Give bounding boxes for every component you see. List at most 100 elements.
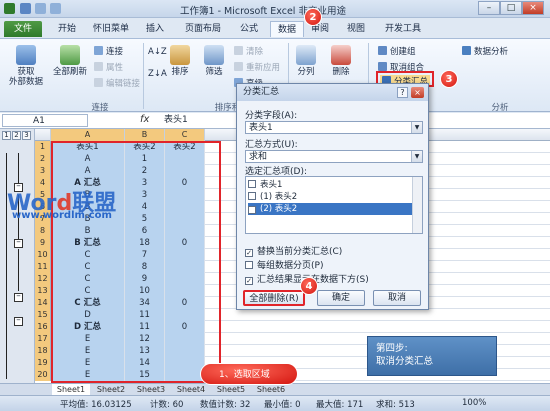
items-list[interactable]: 表头1 (1) 表头2 ✓ (2) 表头2 — [245, 176, 423, 234]
cell-b[interactable]: 1 — [125, 153, 165, 165]
row-header[interactable]: 20 — [35, 369, 51, 381]
name-box[interactable]: A1 — [2, 114, 88, 127]
row-header[interactable]: 15 — [35, 309, 51, 321]
checkbox[interactable] — [248, 192, 256, 200]
cell-c[interactable] — [165, 309, 205, 321]
edit-links-button[interactable]: 编辑链接 — [94, 77, 140, 89]
tab-classic-menu[interactable]: 怀旧菜单 — [88, 21, 134, 37]
cell-b[interactable]: 11 — [125, 321, 165, 333]
row-header[interactable]: 10 — [35, 249, 51, 261]
cell-a[interactable]: C 汇总 — [51, 297, 125, 309]
cell-b[interactable]: 9 — [125, 273, 165, 285]
clear-button[interactable]: 清除 — [234, 45, 263, 57]
cell-c[interactable]: 表头2 — [165, 141, 205, 153]
row-header[interactable]: 12 — [35, 273, 51, 285]
cell-b[interactable]: 12 — [125, 333, 165, 345]
data-analysis-button[interactable]: 数据分析 — [462, 45, 508, 57]
collapse-group-b[interactable]: – — [14, 238, 23, 248]
cell-c[interactable] — [165, 189, 205, 201]
outline-level-3[interactable]: 3 — [22, 131, 31, 140]
list-item[interactable]: ✓ (2) 表头2 — [248, 203, 412, 215]
cell-c[interactable] — [165, 261, 205, 273]
cell-a[interactable]: E — [51, 345, 125, 357]
row-header[interactable]: 18 — [35, 345, 51, 357]
cell-a[interactable]: E — [51, 357, 125, 369]
fx-icon[interactable]: fx — [140, 114, 149, 125]
list-item[interactable]: 表头1 — [248, 179, 412, 191]
maximize-button[interactable]: □ — [500, 1, 522, 15]
cell-a[interactable]: B — [51, 225, 125, 237]
cell-a[interactable]: B 汇总 — [51, 237, 125, 249]
cell-c[interactable] — [165, 213, 205, 225]
list-item[interactable]: (1) 表头2 — [248, 191, 412, 203]
reapply-button[interactable]: 重新应用 — [234, 61, 280, 73]
properties-button[interactable]: 属性 — [94, 61, 123, 73]
cell-c[interactable] — [165, 357, 205, 369]
method-select[interactable]: 求和 ▼ — [245, 150, 423, 163]
cell-b[interactable]: 18 — [125, 237, 165, 249]
collapse-group-c[interactable]: – — [14, 292, 23, 302]
cell-c[interactable] — [165, 285, 205, 297]
sort-ascending-button[interactable]: A↓Z — [148, 47, 167, 57]
collapse-group-d[interactable]: – — [14, 316, 23, 326]
cell-c[interactable]: 0 — [165, 297, 205, 309]
sheet-tab-4[interactable]: Sheet4 — [172, 384, 210, 395]
cell-c[interactable] — [165, 201, 205, 213]
list-scrollbar[interactable] — [412, 177, 422, 233]
row-header[interactable]: 16 — [35, 321, 51, 333]
row-header[interactable]: 17 — [35, 333, 51, 345]
refresh-all-button[interactable]: 全部刷新 — [50, 45, 90, 77]
page-break-checkbox[interactable]: 每组数据分页(P) — [245, 258, 323, 271]
sheet-tab-2[interactable]: Sheet2 — [92, 384, 130, 395]
column-header-c[interactable]: C — [165, 129, 205, 141]
formula-input[interactable]: 表头1 — [164, 114, 188, 127]
cell-b[interactable]: 3 — [125, 189, 165, 201]
remove-duplicates-button[interactable]: 删除 — [324, 45, 358, 77]
undo-icon[interactable] — [35, 3, 46, 14]
cell-a[interactable]: C — [51, 285, 125, 297]
cell-a[interactable]: D — [51, 309, 125, 321]
tab-file[interactable]: 文件 — [4, 21, 42, 37]
cell-c[interactable] — [165, 165, 205, 177]
checkbox[interactable] — [245, 261, 253, 269]
checkbox[interactable]: ✓ — [245, 249, 253, 257]
row-header[interactable]: 2 — [35, 153, 51, 165]
sheet-tab-3[interactable]: Sheet3 — [132, 384, 170, 395]
create-group-button[interactable]: 创建组 — [378, 45, 416, 57]
cell-b[interactable]: 3 — [125, 177, 165, 189]
tab-developer[interactable]: 开发工具 — [380, 21, 426, 37]
redo-icon[interactable] — [50, 3, 61, 14]
cell-c[interactable] — [165, 153, 205, 165]
cell-a[interactable]: D 汇总 — [51, 321, 125, 333]
cell-a[interactable]: C — [51, 261, 125, 273]
text-to-columns-button[interactable]: 分列 — [292, 45, 320, 77]
cell-b[interactable]: 10 — [125, 285, 165, 297]
save-icon[interactable] — [20, 3, 31, 14]
cell-b[interactable]: 11 — [125, 309, 165, 321]
filter-button[interactable]: 筛选 — [200, 45, 228, 77]
column-header-a[interactable]: A — [51, 129, 125, 141]
cell-b[interactable]: 8 — [125, 261, 165, 273]
cell-c[interactable] — [165, 225, 205, 237]
cancel-button[interactable]: 取消 — [373, 290, 421, 306]
cell-c[interactable] — [165, 345, 205, 357]
tab-data[interactable]: 数据 — [270, 21, 304, 37]
row-header[interactable]: 14 — [35, 297, 51, 309]
cell-c[interactable] — [165, 273, 205, 285]
row-header[interactable]: 19 — [35, 357, 51, 369]
cell-a[interactable]: E — [51, 369, 125, 381]
cell-c[interactable]: 0 — [165, 321, 205, 333]
row-header[interactable]: 1 — [35, 141, 51, 153]
column-header-b[interactable]: B — [125, 129, 165, 141]
replace-current-checkbox[interactable]: ✓ 替换当前分类汇总(C) — [245, 244, 342, 257]
cell-c[interactable]: 0 — [165, 237, 205, 249]
row-header[interactable]: 9 — [35, 237, 51, 249]
dialog-close-button[interactable]: × — [411, 87, 424, 98]
checkbox[interactable] — [248, 180, 256, 188]
cell-b[interactable]: 34 — [125, 297, 165, 309]
field-select[interactable]: 表头1 ▼ — [245, 121, 423, 134]
row-header[interactable]: 8 — [35, 225, 51, 237]
cell-a[interactable]: A — [51, 165, 125, 177]
cell-c[interactable] — [165, 333, 205, 345]
zoom-level[interactable]: 100% — [462, 398, 486, 408]
